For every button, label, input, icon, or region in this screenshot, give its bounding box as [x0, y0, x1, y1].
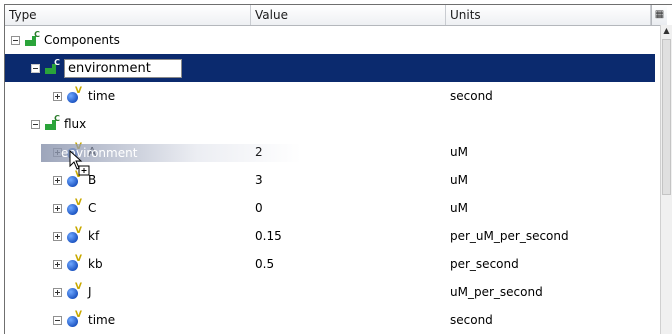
- variable-icon: V: [67, 310, 83, 327]
- tree-row-b[interactable]: V B 3 uM: [5, 166, 655, 194]
- expand-toggle-icon[interactable]: [53, 91, 62, 101]
- component-icon: C: [45, 59, 60, 74]
- variable-icon: V: [67, 198, 83, 215]
- tree-row-environment-selected[interactable]: C environment: [5, 54, 655, 82]
- tree-row-components[interactable]: C Components: [5, 26, 655, 54]
- row-label: Components: [44, 33, 120, 47]
- expand-toggle-icon[interactable]: [53, 231, 62, 241]
- drag-cursor-icon: [69, 150, 90, 176]
- variable-icon: V: [67, 226, 83, 243]
- tree-row-kb[interactable]: V kb 0.5 per_second: [5, 250, 655, 278]
- tree-row-time-flux[interactable]: V time second: [5, 306, 655, 334]
- collapse-toggle-icon[interactable]: [11, 35, 20, 45]
- row-value: 0.5: [255, 257, 275, 271]
- column-header-units[interactable]: Units: [446, 5, 651, 25]
- column-header-type[interactable]: Type: [5, 5, 251, 25]
- row-label: time: [88, 313, 116, 327]
- variable-icon: V: [67, 282, 83, 299]
- row-label: flux: [64, 117, 87, 131]
- row-units: second: [450, 313, 493, 327]
- row-label: C: [88, 201, 97, 215]
- scroll-up-icon[interactable]: ▲: [661, 25, 672, 37]
- expand-toggle-icon[interactable]: [53, 175, 62, 185]
- row-label: time: [88, 89, 116, 103]
- expand-toggle-icon[interactable]: [53, 287, 62, 297]
- tree-row-time[interactable]: V time second: [5, 82, 655, 110]
- collapse-toggle-icon[interactable]: [53, 315, 62, 325]
- row-units: per_second: [450, 257, 519, 271]
- cellml-tree-view: Type Value Units ▦ C Components C enviro…: [4, 4, 672, 334]
- vertical-scrollbar[interactable]: ▲: [660, 25, 672, 334]
- variable-icon: V: [67, 86, 83, 103]
- column-header-value[interactable]: Value: [251, 5, 446, 25]
- component-icon: C: [25, 31, 40, 46]
- column-header: Type Value Units ▦: [5, 5, 667, 26]
- row-value: 3: [255, 173, 263, 187]
- row-units: uM_per_second: [450, 285, 543, 299]
- collapse-toggle-icon[interactable]: [31, 63, 40, 73]
- row-label: kb: [88, 257, 103, 271]
- row-value: 0: [255, 201, 263, 215]
- expand-toggle-icon[interactable]: [53, 203, 62, 213]
- row-label: kf: [88, 229, 100, 243]
- row-units: uM: [450, 173, 468, 187]
- variable-icon: V: [67, 254, 83, 271]
- row-units: uM: [450, 145, 468, 159]
- tree-row-flux[interactable]: C flux: [5, 110, 655, 138]
- row-units: second: [450, 89, 493, 103]
- tree-row-kf[interactable]: V kf 0.15 per_uM_per_second: [5, 222, 655, 250]
- column-chooser-icon[interactable]: ▦: [651, 5, 667, 25]
- row-label: J: [88, 285, 92, 299]
- row-units: uM: [450, 201, 468, 215]
- expand-toggle-icon[interactable]: [53, 259, 62, 269]
- rename-input[interactable]: environment: [64, 58, 182, 78]
- row-value: 0.15: [255, 229, 282, 243]
- row-units: per_uM_per_second: [450, 229, 569, 243]
- scrollbar-thumb[interactable]: [662, 39, 671, 195]
- tree-row-c[interactable]: V C 0 uM: [5, 194, 655, 222]
- collapse-toggle-icon[interactable]: [31, 119, 40, 129]
- tree-row-j[interactable]: V J uM_per_second: [5, 278, 655, 306]
- component-icon: C: [45, 115, 60, 130]
